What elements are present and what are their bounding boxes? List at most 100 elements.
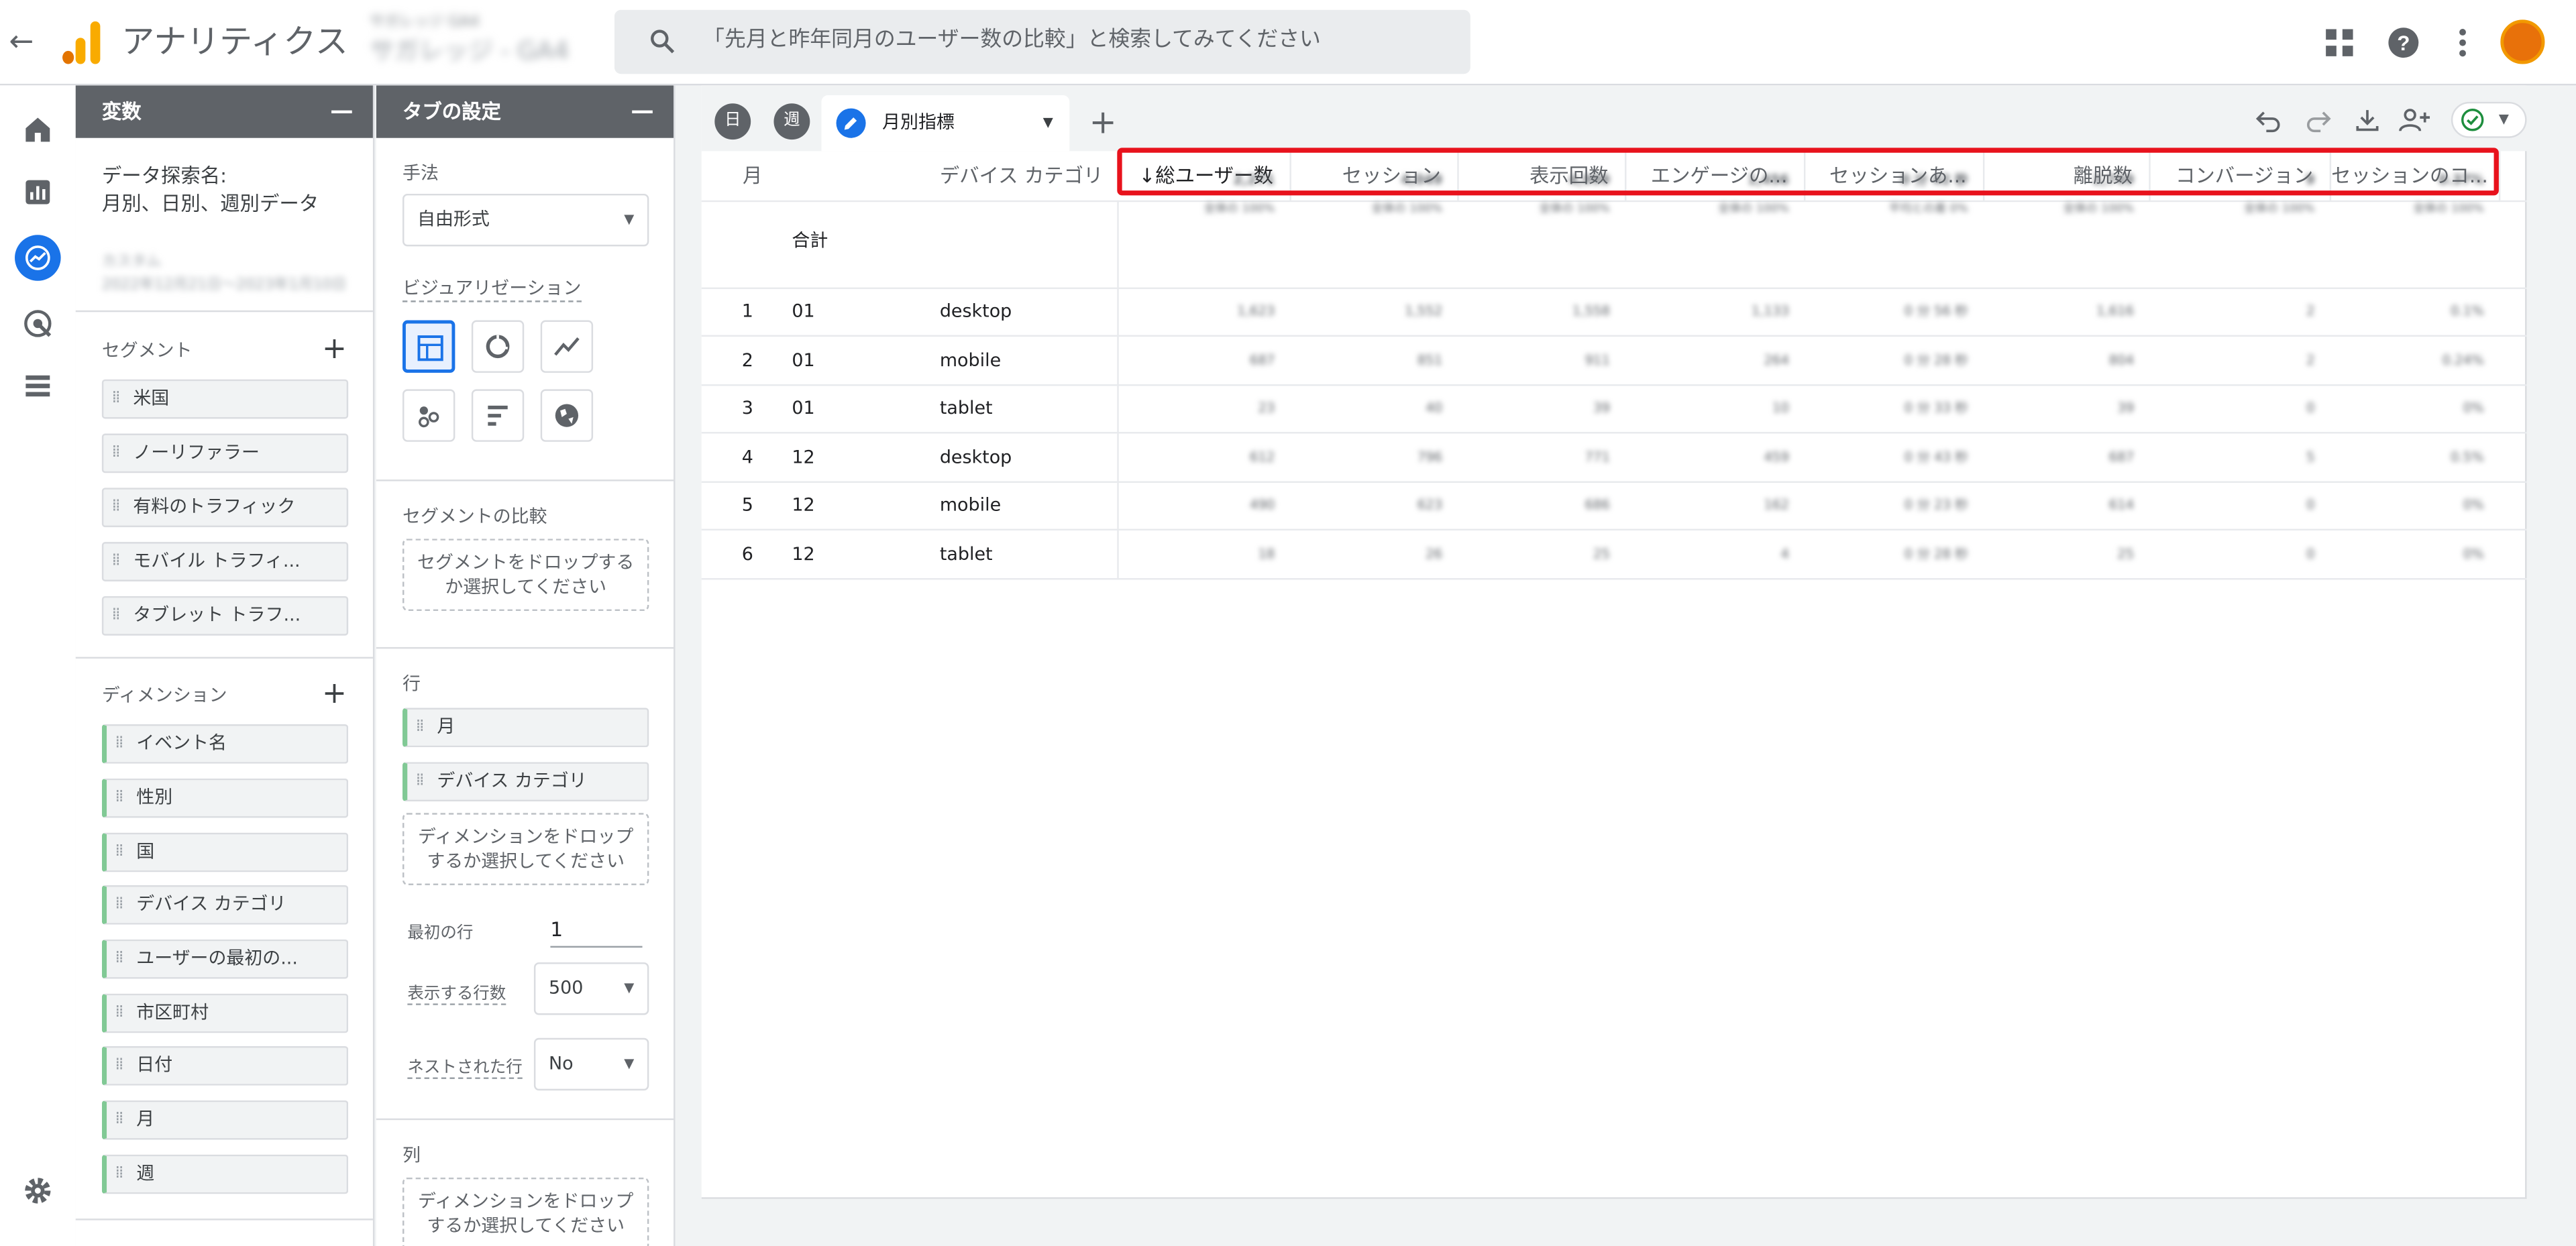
show-rows-select[interactable]: 500 ▼ bbox=[533, 962, 649, 1015]
header-device-category[interactable]: デバイス カテゴリ bbox=[940, 151, 1104, 200]
row-index: 3 bbox=[741, 397, 753, 419]
segment-chip[interactable]: ⁞⁞ モバイル トラフィ... bbox=[101, 542, 349, 581]
segment-chip[interactable]: ⁞⁞ タブレット トラフ... bbox=[101, 596, 349, 636]
tab-day[interactable]: 日 bbox=[714, 103, 751, 140]
metric-cell: 40 bbox=[1426, 400, 1443, 416]
nested-rows-select[interactable]: No ▼ bbox=[533, 1037, 649, 1091]
metric-cell: 612 bbox=[1249, 449, 1275, 464]
settings-gear-icon[interactable] bbox=[19, 1173, 56, 1209]
header-month[interactable]: 月 bbox=[743, 151, 762, 200]
metric-cell: 0 bbox=[2306, 400, 2315, 416]
table-row[interactable]: 6 12 tablet 18 26 25 4 0 分 28 秒 25 0 0% bbox=[701, 530, 2527, 579]
advertising-icon[interactable] bbox=[19, 306, 56, 342]
drag-handle-icon[interactable]: ⁞⁞ bbox=[115, 1156, 123, 1192]
drag-handle-icon[interactable]: ⁞⁞ bbox=[115, 1102, 123, 1138]
table-row[interactable]: 2 01 mobile 687 851 911 264 0 分 28 秒 804 2 0.24% bbox=[701, 336, 2527, 386]
account-selector[interactable]: サガレッジ GA4 サガレッジ - GA4 bbox=[370, 13, 608, 79]
back-arrow-icon[interactable]: ← bbox=[7, 23, 36, 62]
metric-cell: 0% bbox=[2463, 498, 2484, 513]
chevron-down-icon[interactable]: ▼ bbox=[2499, 103, 2509, 136]
donut-viz-button[interactable] bbox=[471, 320, 525, 373]
help-icon[interactable]: ? bbox=[2385, 25, 2422, 61]
column-dimension-dropzone[interactable]: ディメンションをドロップするか選択してください bbox=[402, 1177, 649, 1246]
scatter-viz-button[interactable] bbox=[402, 389, 455, 442]
home-icon[interactable] bbox=[19, 112, 56, 148]
user-avatar[interactable] bbox=[2500, 19, 2545, 64]
dimension-chip[interactable]: ⁞⁞ 市区町村 bbox=[101, 993, 349, 1033]
row-dimension-dropzone[interactable]: ディメンションをドロップするか選択してください bbox=[402, 813, 649, 886]
dimension-chip[interactable]: ⁞⁞ ユーザーの最初の... bbox=[101, 939, 349, 979]
configure-icon[interactable] bbox=[19, 368, 56, 404]
metric-cell: 0.24% bbox=[2442, 352, 2484, 367]
tab-week[interactable]: 週 bbox=[773, 103, 810, 140]
exploration-name-block[interactable]: データ探索名: 月別、日別、週別データ bbox=[102, 162, 319, 218]
drag-handle-icon[interactable]: ⁞⁞ bbox=[115, 941, 123, 977]
columns-label: 列 bbox=[402, 1144, 421, 1166]
explore-icon[interactable] bbox=[15, 235, 61, 281]
add-dimension-button[interactable]: + bbox=[322, 679, 347, 710]
tab-label: 月別指標 bbox=[882, 111, 955, 133]
dimension-chip[interactable]: ⁞⁞ イベント名 bbox=[101, 724, 349, 764]
drag-handle-icon[interactable]: ⁞⁞ bbox=[115, 995, 123, 1031]
redo-icon[interactable] bbox=[2303, 105, 2332, 135]
metric-cell: 1,552 bbox=[1405, 304, 1443, 319]
dimension-chip[interactable]: ⁞⁞ 国 bbox=[101, 832, 349, 872]
dimension-chip[interactable]: ⁞⁞ 月 bbox=[101, 1100, 349, 1140]
metric-cell: 10 bbox=[1772, 400, 1789, 416]
save-status-chip[interactable]: ▼ bbox=[2451, 101, 2527, 138]
drag-handle-icon[interactable]: ⁞⁞ bbox=[115, 834, 123, 870]
rows-label: 行 bbox=[402, 673, 421, 695]
drag-handle-icon[interactable]: ⁞⁞ bbox=[115, 1047, 123, 1084]
minimize-tab-settings-button[interactable]: — bbox=[631, 85, 653, 137]
download-icon[interactable] bbox=[2353, 105, 2382, 135]
edit-pencil-icon[interactable] bbox=[836, 108, 866, 138]
drag-handle-icon[interactable]: ⁞⁞ bbox=[112, 598, 121, 634]
table-row[interactable]: 5 12 mobile 490 623 686 162 0 分 23 秒 614 0 0% bbox=[701, 482, 2527, 531]
reports-icon[interactable] bbox=[19, 174, 56, 211]
dimension-chip[interactable]: ⁞⁞ 日付 bbox=[101, 1046, 349, 1086]
drag-handle-icon[interactable]: ⁞⁞ bbox=[416, 764, 425, 800]
segment-chip[interactable]: ⁞⁞ ノーリファラー bbox=[101, 433, 349, 473]
table-row[interactable]: 4 12 desktop 612 796 771 459 0 分 43 秒 687 5 0.5% bbox=[701, 433, 2527, 482]
drag-handle-icon[interactable]: ⁞⁞ bbox=[112, 381, 121, 417]
row-month: 12 bbox=[792, 543, 815, 565]
row-device: desktop bbox=[939, 300, 1012, 323]
more-vert-icon[interactable] bbox=[2445, 25, 2481, 61]
minimize-variables-button[interactable]: — bbox=[330, 85, 353, 137]
tab-monthly-metrics[interactable]: 月別指標 ▼ bbox=[821, 95, 1070, 152]
dimension-chip[interactable]: ⁞⁞ 性別 bbox=[101, 778, 349, 818]
method-select[interactable]: 自由形式 ▼ bbox=[402, 193, 649, 247]
segment-dropzone[interactable]: セグメントをドロップするか選択してください bbox=[402, 539, 649, 612]
row-dimension-chip[interactable]: ⁞⁞ デバイス カテゴリ bbox=[402, 762, 649, 802]
geo-viz-button[interactable] bbox=[540, 389, 594, 442]
method-label: 手法 bbox=[402, 162, 439, 184]
first-row-input[interactable]: 1 bbox=[550, 911, 643, 948]
segment-chip[interactable]: ⁞⁞ 米国 bbox=[101, 379, 349, 419]
table-viz-button[interactable] bbox=[402, 320, 455, 373]
dimension-chip[interactable]: ⁞⁞ 週 bbox=[101, 1154, 349, 1194]
bar-viz-button[interactable] bbox=[471, 389, 525, 442]
share-user-icon[interactable] bbox=[2397, 105, 2433, 135]
drag-handle-icon[interactable]: ⁞⁞ bbox=[115, 887, 123, 923]
row-dimension-chip[interactable]: ⁞⁞ 月 bbox=[402, 707, 649, 748]
dimension-chip[interactable]: ⁞⁞ デバイス カテゴリ bbox=[101, 885, 349, 925]
undo-icon[interactable] bbox=[2254, 105, 2284, 135]
apps-grid-icon[interactable] bbox=[2321, 25, 2357, 61]
tab-menu-chevron-icon[interactable]: ▼ bbox=[1043, 109, 1053, 138]
add-tab-button[interactable]: + bbox=[1089, 102, 1117, 141]
drag-handle-icon[interactable]: ⁞⁞ bbox=[112, 435, 121, 471]
drag-handle-icon[interactable]: ⁞⁞ bbox=[112, 544, 121, 580]
drag-handle-icon[interactable]: ⁞⁞ bbox=[115, 726, 123, 762]
add-segment-button[interactable]: + bbox=[322, 334, 347, 365]
line-viz-button[interactable] bbox=[540, 320, 594, 373]
segment-chip[interactable]: ⁞⁞ 有料のトラフィック bbox=[101, 488, 349, 528]
drag-handle-icon[interactable]: ⁞⁞ bbox=[416, 710, 425, 746]
search-bar[interactable]: 「先月と昨年同月のユーザー数の比較」と検索してみてください bbox=[614, 9, 1470, 74]
row-index: 5 bbox=[741, 494, 753, 516]
table-row[interactable]: 1 01 desktop 1,623 1,552 1,558 1,133 0 分 56 秒 1,… bbox=[701, 288, 2527, 337]
metric-cell: 0 分 56 秒 bbox=[1904, 304, 1968, 319]
drag-handle-icon[interactable]: ⁞⁞ bbox=[115, 780, 123, 816]
drag-handle-icon[interactable]: ⁞⁞ bbox=[112, 490, 121, 526]
table-row[interactable]: 3 01 tablet 23 40 39 10 0 分 33 秒 39 0 0% bbox=[701, 384, 2527, 434]
date-range-picker[interactable]: カスタム 2022年12月21日～2023年1月10日 bbox=[102, 251, 365, 298]
